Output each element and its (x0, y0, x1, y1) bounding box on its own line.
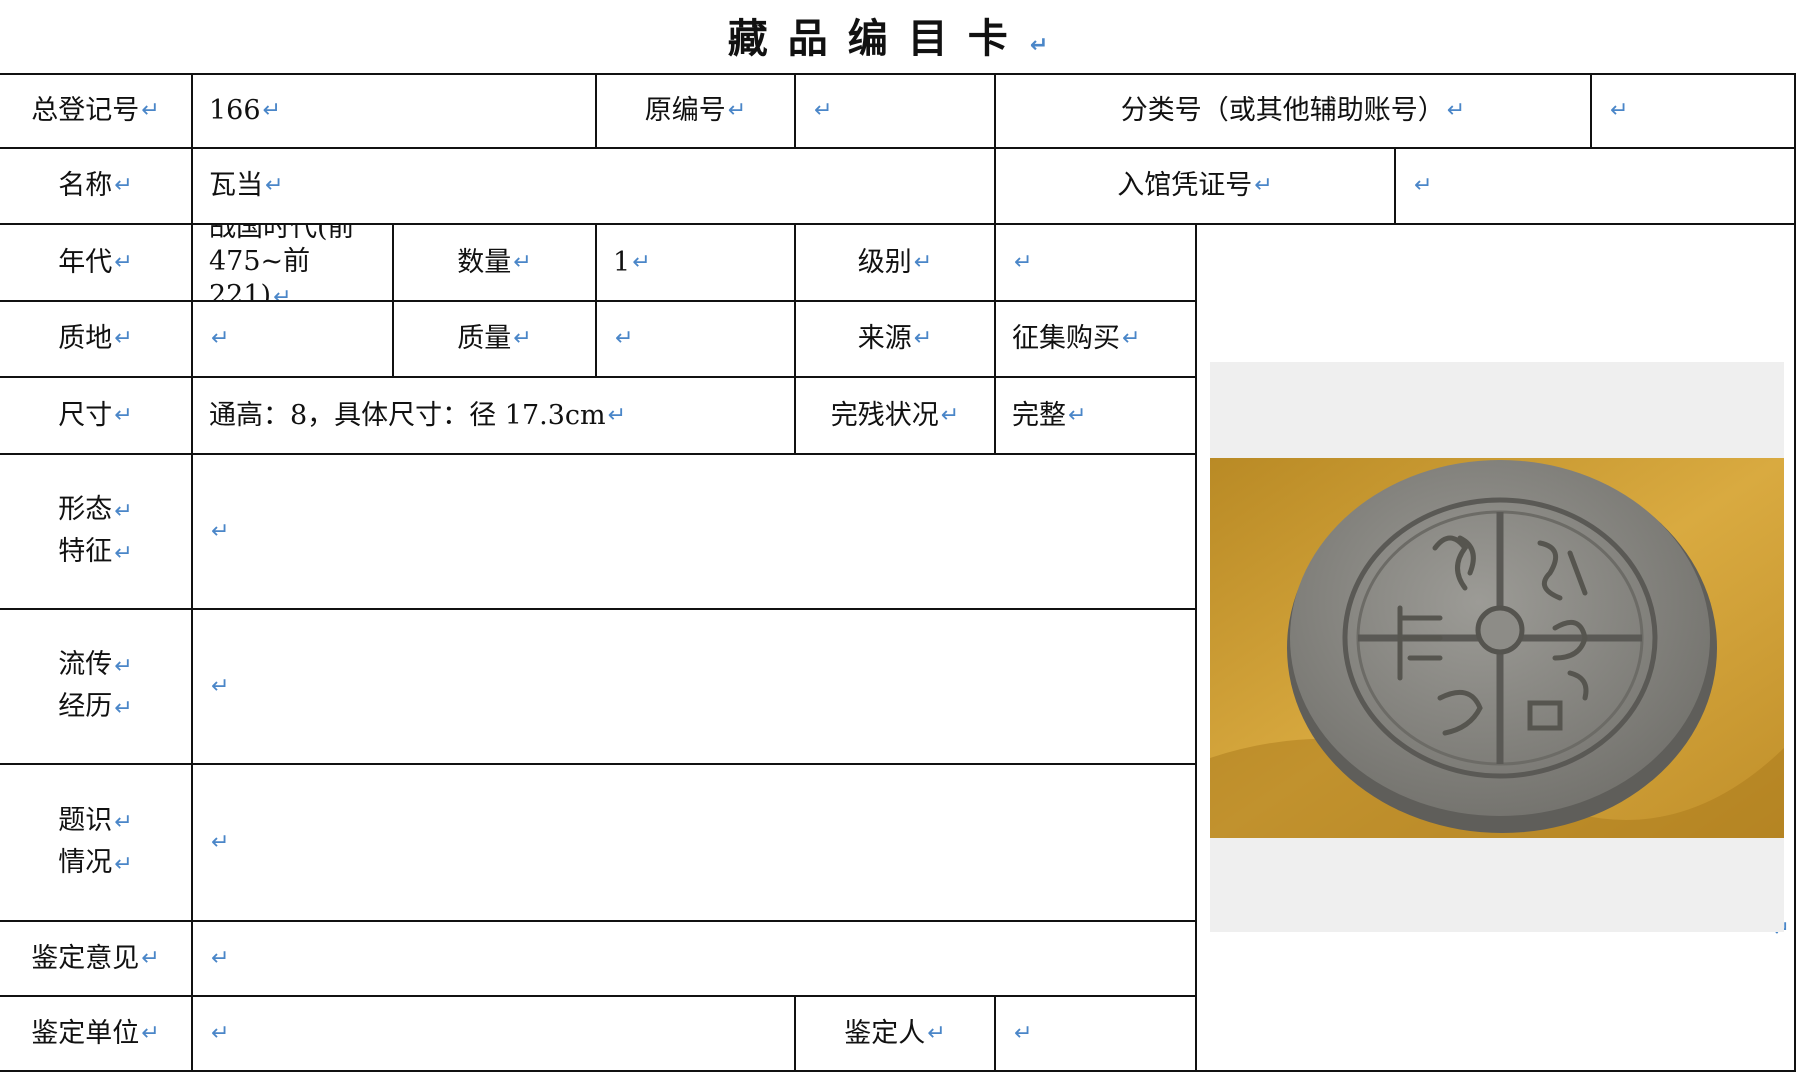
quantity-value[interactable]: 1 ↵ (597, 225, 796, 302)
material-label: 质地 ↵ (0, 302, 193, 378)
era-value[interactable]: 战国时代(前 475~前 221)↵ (193, 225, 394, 302)
name-label: 名称 ↵ (0, 149, 193, 225)
source-value[interactable]: 征集购买 ↵ (996, 302, 1197, 378)
appraiser-label: 鉴定人 ↵ (796, 997, 996, 1072)
category-no-label: 分类号（或其他辅助账号） ↵ (996, 75, 1592, 149)
artifact-photo[interactable] (1210, 458, 1784, 838)
name-value[interactable]: 瓦当 ↵ (193, 149, 996, 225)
era-label: 年代 ↵ (0, 225, 193, 302)
original-no-label: 原编号 ↵ (597, 75, 796, 149)
features-value[interactable]: ↵ (193, 455, 1197, 610)
appraisal-opinion-value[interactable]: ↵ (193, 922, 1197, 997)
entry-voucher-no-value[interactable]: ↵ (1396, 149, 1796, 225)
source-label: 来源 ↵ (796, 302, 996, 378)
total-reg-no-value[interactable]: 166 ↵ (193, 75, 597, 149)
original-no-value[interactable]: ↵ (796, 75, 996, 149)
material-value[interactable]: ↵ (193, 302, 394, 378)
condition-value[interactable]: 完整 ↵ (996, 378, 1197, 455)
card-title: 藏品编目卡↵ (727, 15, 1069, 62)
grade-value[interactable]: ↵ (996, 225, 1197, 302)
features-label: 形态↵ 特征↵ (0, 455, 193, 610)
grade-label: 级别 ↵ (796, 225, 996, 302)
appraisal-unit-label: 鉴定单位 ↵ (0, 997, 193, 1072)
provenance-value[interactable]: ↵ (193, 610, 1197, 765)
dimensions-label: 尺寸 ↵ (0, 378, 193, 455)
inscription-value[interactable]: ↵ (193, 765, 1197, 922)
condition-label: 完残状况 ↵ (796, 378, 996, 455)
quantity-label: 数量 ↵ (394, 225, 597, 302)
category-no-value[interactable]: ↵ (1592, 75, 1796, 149)
weight-value[interactable]: ↵ (597, 302, 796, 378)
appraisal-opinion-label: 鉴定意见 ↵ (0, 922, 193, 997)
catalog-card-table: 总登记号 ↵ 166 ↵ 原编号 ↵ ↵ 分类号（或其他辅助账号） ↵ ↵ 名称 ↵ 瓦当… (0, 73, 1796, 1072)
inscription-label: 题识↵ 情况↵ (0, 765, 193, 922)
tile-center-boss (1475, 605, 1525, 655)
appraisal-unit-value[interactable]: ↵ (193, 997, 796, 1072)
provenance-label: 流传↵ 经历↵ (0, 610, 193, 765)
total-reg-no-label: 总登记号 ↵ (0, 75, 193, 149)
dimensions-value[interactable]: 通高：8，具体尺寸：径 17.3cm ↵ (193, 378, 796, 455)
weight-label: 质量 ↵ (394, 302, 597, 378)
entry-voucher-no-label: 入馆凭证号 ↵ (996, 149, 1396, 225)
appraiser-value[interactable]: ↵ (996, 997, 1197, 1072)
